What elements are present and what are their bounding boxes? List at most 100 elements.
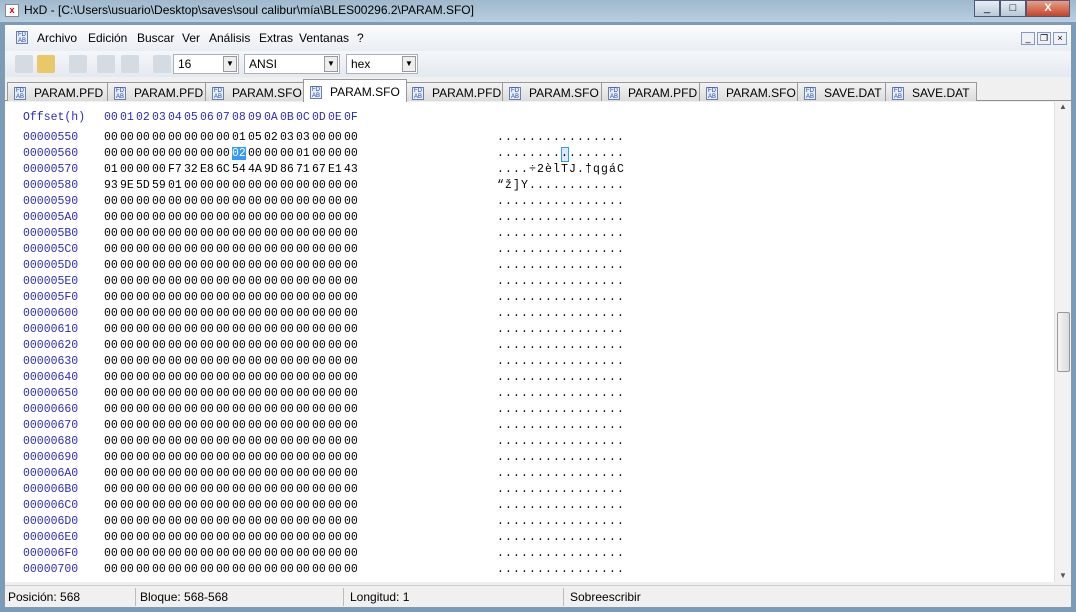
hex-byte[interactable]: 00 [312, 531, 326, 544]
hex-byte[interactable]: 00 [312, 323, 326, 336]
hex-byte[interactable]: 00 [216, 131, 230, 144]
chevron-down-icon[interactable]: ▼ [223, 56, 237, 72]
hex-byte[interactable]: 00 [216, 515, 230, 528]
hex-byte[interactable]: 00 [168, 403, 182, 416]
hex-byte[interactable]: 00 [168, 387, 182, 400]
hex-byte[interactable]: 00 [104, 387, 118, 400]
hex-byte[interactable]: 00 [168, 563, 182, 576]
hex-byte[interactable]: 00 [152, 323, 166, 336]
hex-byte[interactable]: 00 [104, 531, 118, 544]
hex-byte[interactable]: 00 [328, 307, 342, 320]
menu-help[interactable]: ? [357, 31, 364, 45]
hex-byte[interactable]: 00 [120, 227, 134, 240]
hex-byte[interactable]: 00 [296, 451, 310, 464]
hex-byte[interactable]: 00 [328, 563, 342, 576]
hex-byte[interactable]: 00 [216, 211, 230, 224]
hex-byte[interactable]: 00 [136, 163, 150, 176]
ascii-text[interactable]: ................ [497, 467, 625, 480]
ascii-text[interactable]: ....÷2èlTJ.†qgáC [497, 163, 625, 176]
tab-param-pfd[interactable]: FD AB PARAM.PFD [601, 82, 705, 101]
hex-byte[interactable]: 00 [168, 307, 182, 320]
hex-byte[interactable]: 00 [216, 451, 230, 464]
menu-ver[interactable]: Ver [182, 31, 200, 45]
hex-byte[interactable]: 00 [136, 419, 150, 432]
hex-byte[interactable]: 67 [312, 163, 326, 176]
hex-byte[interactable]: 00 [232, 563, 246, 576]
hex-byte[interactable]: 00 [296, 531, 310, 544]
hex-byte[interactable]: 01 [104, 163, 118, 176]
hex-byte[interactable]: 00 [168, 243, 182, 256]
hex-byte[interactable]: 00 [344, 403, 358, 416]
ascii-text[interactable]: ................ [497, 307, 625, 320]
hex-byte[interactable]: 00 [312, 307, 326, 320]
hex-byte[interactable]: 00 [168, 419, 182, 432]
hex-byte[interactable]: 00 [152, 387, 166, 400]
hex-byte[interactable]: 00 [152, 259, 166, 272]
hex-byte[interactable]: 00 [152, 547, 166, 560]
chevron-down-icon[interactable]: ▼ [324, 56, 338, 72]
hex-byte[interactable]: 00 [216, 483, 230, 496]
hex-byte[interactable]: 00 [328, 467, 342, 480]
hex-byte[interactable]: 00 [152, 227, 166, 240]
hex-byte[interactable]: 00 [280, 179, 294, 192]
hex-byte[interactable]: 00 [312, 547, 326, 560]
hex-byte[interactable]: 00 [216, 179, 230, 192]
hex-byte[interactable]: 00 [200, 483, 214, 496]
hex-byte[interactable]: 59 [152, 179, 166, 192]
hex-byte[interactable]: 00 [248, 355, 262, 368]
hex-byte[interactable]: 00 [120, 547, 134, 560]
hex-byte[interactable]: 00 [264, 211, 278, 224]
hex-byte[interactable]: 00 [152, 531, 166, 544]
hex-byte[interactable]: 00 [104, 499, 118, 512]
hex-byte[interactable]: 03 [280, 131, 294, 144]
offset-base-select[interactable]: hex ▼ [346, 54, 418, 74]
hex-byte[interactable]: 00 [280, 259, 294, 272]
menu-archivo[interactable]: Archivo [37, 31, 77, 45]
hex-byte[interactable]: 00 [344, 147, 358, 160]
hex-byte[interactable]: 00 [280, 547, 294, 560]
hex-byte[interactable]: 00 [248, 275, 262, 288]
hex-byte[interactable]: 00 [104, 291, 118, 304]
mdi-minimize-button[interactable]: _ [1021, 32, 1035, 45]
hex-byte[interactable]: 00 [232, 195, 246, 208]
hex-byte[interactable]: 00 [232, 547, 246, 560]
hex-byte[interactable]: 00 [104, 243, 118, 256]
menu-edicion[interactable]: Edición [88, 31, 127, 45]
scrollbar-thumb[interactable] [1057, 312, 1070, 372]
ascii-text[interactable]: “ž]Y............ [497, 179, 625, 192]
hex-byte[interactable]: 00 [328, 147, 342, 160]
hex-byte[interactable]: 00 [328, 291, 342, 304]
hex-byte[interactable]: 00 [136, 131, 150, 144]
hex-byte[interactable]: 00 [312, 291, 326, 304]
hex-byte[interactable]: 00 [184, 547, 198, 560]
hex-byte[interactable]: 00 [328, 403, 342, 416]
scroll-down-icon[interactable]: ▼ [1055, 571, 1071, 580]
hex-byte[interactable]: 00 [152, 515, 166, 528]
hex-byte[interactable]: 00 [136, 547, 150, 560]
hex-byte[interactable]: 00 [216, 419, 230, 432]
hex-byte[interactable]: 00 [136, 451, 150, 464]
hex-byte[interactable]: 00 [120, 419, 134, 432]
hex-byte[interactable]: 00 [200, 275, 214, 288]
hex-byte[interactable]: 00 [120, 387, 134, 400]
hex-byte[interactable]: 00 [312, 275, 326, 288]
hex-byte[interactable]: 00 [184, 339, 198, 352]
hex-byte[interactable]: 00 [120, 291, 134, 304]
hex-byte[interactable]: 86 [280, 163, 294, 176]
hex-byte[interactable]: 00 [232, 355, 246, 368]
hex-byte[interactable]: 00 [120, 467, 134, 480]
hex-byte[interactable]: 00 [152, 307, 166, 320]
hex-byte[interactable]: 00 [232, 259, 246, 272]
hex-byte[interactable]: 00 [200, 211, 214, 224]
hex-byte[interactable]: 00 [216, 467, 230, 480]
menu-analisis[interactable]: Análisis [209, 31, 250, 45]
hex-byte[interactable]: 00 [200, 259, 214, 272]
hex-byte[interactable]: 00 [312, 387, 326, 400]
hex-byte[interactable]: 00 [184, 419, 198, 432]
hex-byte[interactable]: 00 [248, 243, 262, 256]
tab-save-dat[interactable]: FD AB SAVE.DAT [797, 82, 889, 101]
hex-byte[interactable]: 00 [120, 307, 134, 320]
hex-byte[interactable]: 00 [328, 131, 342, 144]
hex-byte[interactable]: 00 [184, 291, 198, 304]
hex-byte[interactable]: 00 [216, 563, 230, 576]
